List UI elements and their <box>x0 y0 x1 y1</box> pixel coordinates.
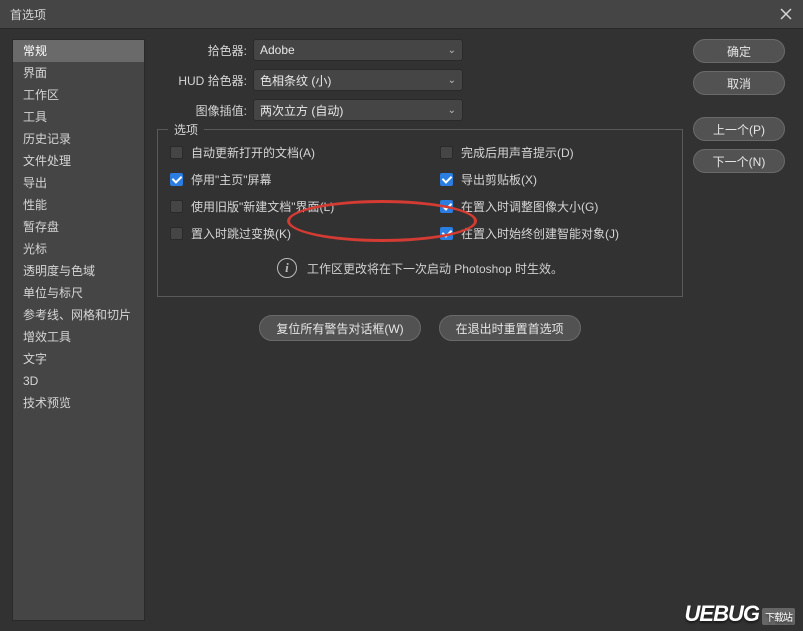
window-title: 首选项 <box>10 6 46 23</box>
sidebar-item[interactable]: 文字 <box>13 348 144 370</box>
titlebar: 首选项 <box>0 0 803 29</box>
sidebar-item[interactable]: 3D <box>13 370 144 392</box>
checkbox-input[interactable] <box>440 173 453 186</box>
close-button[interactable] <box>779 7 793 21</box>
preferences-panel: 拾色器: Adobe ⌄ HUD 拾色器: 色相条纹 (小) ⌄ 图像插值: 两… <box>153 29 803 631</box>
checkbox-label: 自动更新打开的文档(A) <box>191 144 315 161</box>
hud-label: HUD 拾色器: <box>157 72 253 89</box>
picker-label: 拾色器: <box>157 42 253 59</box>
ok-button[interactable]: 确定 <box>693 39 785 63</box>
reset-dialogs-button[interactable]: 复位所有警告对话框(W) <box>259 315 420 341</box>
options-grid: 自动更新打开的文档(A) 完成后用声音提示(D) 停用"主页"屏幕 导出剪贴板(X) 使… <box>170 144 670 242</box>
option-checkbox[interactable]: 自动更新打开的文档(A) <box>170 144 440 161</box>
under-buttons: 复位所有警告对话框(W) 在退出时重置首选项 <box>157 315 683 341</box>
row-hud: HUD 拾色器: 色相条纹 (小) ⌄ <box>157 69 683 91</box>
sidebar-item[interactable]: 参考线、网格和切片 <box>13 304 144 326</box>
sidebar-item[interactable]: 历史记录 <box>13 128 144 150</box>
sidebar-item[interactable]: 性能 <box>13 194 144 216</box>
next-button[interactable]: 下一个(N) <box>693 149 785 173</box>
interp-value: 两次立方 (自动) <box>260 102 343 119</box>
row-picker: 拾色器: Adobe ⌄ <box>157 39 683 61</box>
sidebar-item[interactable]: 文件处理 <box>13 150 144 172</box>
option-checkbox[interactable]: 在置入时调整图像大小(G) <box>440 198 670 215</box>
checkbox-input[interactable] <box>170 146 183 159</box>
sidebar-item[interactable]: 单位与标尺 <box>13 282 144 304</box>
checkbox-input[interactable] <box>170 227 183 240</box>
info-icon: i <box>277 258 297 278</box>
sidebar-item[interactable]: 技术预览 <box>13 392 144 414</box>
sidebar-item[interactable]: 暂存盘 <box>13 216 144 238</box>
close-icon <box>780 8 792 20</box>
reset-on-quit-button[interactable]: 在退出时重置首选项 <box>439 315 581 341</box>
option-checkbox[interactable]: 停用"主页"屏幕 <box>170 171 440 188</box>
checkbox-label: 完成后用声音提示(D) <box>461 144 574 161</box>
checkbox-label: 在置入时调整图像大小(G) <box>461 198 598 215</box>
checkbox-input[interactable] <box>170 173 183 186</box>
cancel-button[interactable]: 取消 <box>693 71 785 95</box>
options-fieldset: 选项 自动更新打开的文档(A)完成后用声音提示(D)停用"主页"屏幕导出剪贴板(… <box>157 129 683 297</box>
checkbox-input[interactable] <box>440 227 453 240</box>
sidebar-item[interactable]: 常规 <box>13 40 144 62</box>
option-checkbox[interactable]: 导出剪贴板(X) <box>440 171 670 188</box>
sidebar-item[interactable]: 光标 <box>13 238 144 260</box>
picker-value: Adobe <box>260 43 295 57</box>
options-legend: 选项 <box>168 121 204 138</box>
sidebar-item[interactable]: 界面 <box>13 62 144 84</box>
checkbox-input[interactable] <box>440 146 453 159</box>
option-checkbox[interactable]: 置入时跳过变换(K) <box>170 225 440 242</box>
sidebar-item[interactable]: 工具 <box>13 106 144 128</box>
option-checkbox[interactable]: 使用旧版"新建文档"界面(L) <box>170 198 440 215</box>
preferences-sidebar: 常规界面工作区工具历史记录文件处理导出性能暂存盘光标透明度与色域单位与标尺参考线… <box>12 39 145 621</box>
dialog-buttons: 确定 取消 上一个(P) 下一个(N) <box>693 39 791 621</box>
checkbox-label: 导出剪贴板(X) <box>461 171 537 188</box>
hud-select[interactable]: 色相条纹 (小) ⌄ <box>253 69 463 91</box>
prev-button[interactable]: 上一个(P) <box>693 117 785 141</box>
checkbox-label: 置入时跳过变换(K) <box>191 225 291 242</box>
info-row: i 工作区更改将在下一次启动 Photoshop 时生效。 <box>170 258 670 278</box>
chevron-down-icon: ⌄ <box>448 105 456 116</box>
checkbox-label: 使用旧版"新建文档"界面(L) <box>191 198 334 215</box>
settings-column: 拾色器: Adobe ⌄ HUD 拾色器: 色相条纹 (小) ⌄ 图像插值: 两… <box>157 39 683 621</box>
sidebar-item[interactable]: 工作区 <box>13 84 144 106</box>
interp-label: 图像插值: <box>157 102 253 119</box>
chevron-down-icon: ⌄ <box>448 75 456 86</box>
hud-value: 色相条纹 (小) <box>260 72 331 89</box>
interp-select[interactable]: 两次立方 (自动) ⌄ <box>253 99 463 121</box>
chevron-down-icon: ⌄ <box>448 45 456 56</box>
checkbox-label: 停用"主页"屏幕 <box>191 171 272 188</box>
sidebar-item[interactable]: 导出 <box>13 172 144 194</box>
sidebar-item[interactable]: 增效工具 <box>13 326 144 348</box>
info-text: 工作区更改将在下一次启动 Photoshop 时生效。 <box>307 260 563 277</box>
row-interp: 图像插值: 两次立方 (自动) ⌄ <box>157 99 683 121</box>
picker-select[interactable]: Adobe ⌄ <box>253 39 463 61</box>
checkbox-input[interactable] <box>170 200 183 213</box>
sidebar-item[interactable]: 透明度与色域 <box>13 260 144 282</box>
dialog-content: 常规界面工作区工具历史记录文件处理导出性能暂存盘光标透明度与色域单位与标尺参考线… <box>0 29 803 631</box>
option-checkbox[interactable]: 完成后用声音提示(D) <box>440 144 670 161</box>
checkbox-input[interactable] <box>440 200 453 213</box>
option-checkbox[interactable]: 在置入时始终创建智能对象(J) <box>440 225 670 242</box>
checkbox-label: 在置入时始终创建智能对象(J) <box>461 225 619 242</box>
